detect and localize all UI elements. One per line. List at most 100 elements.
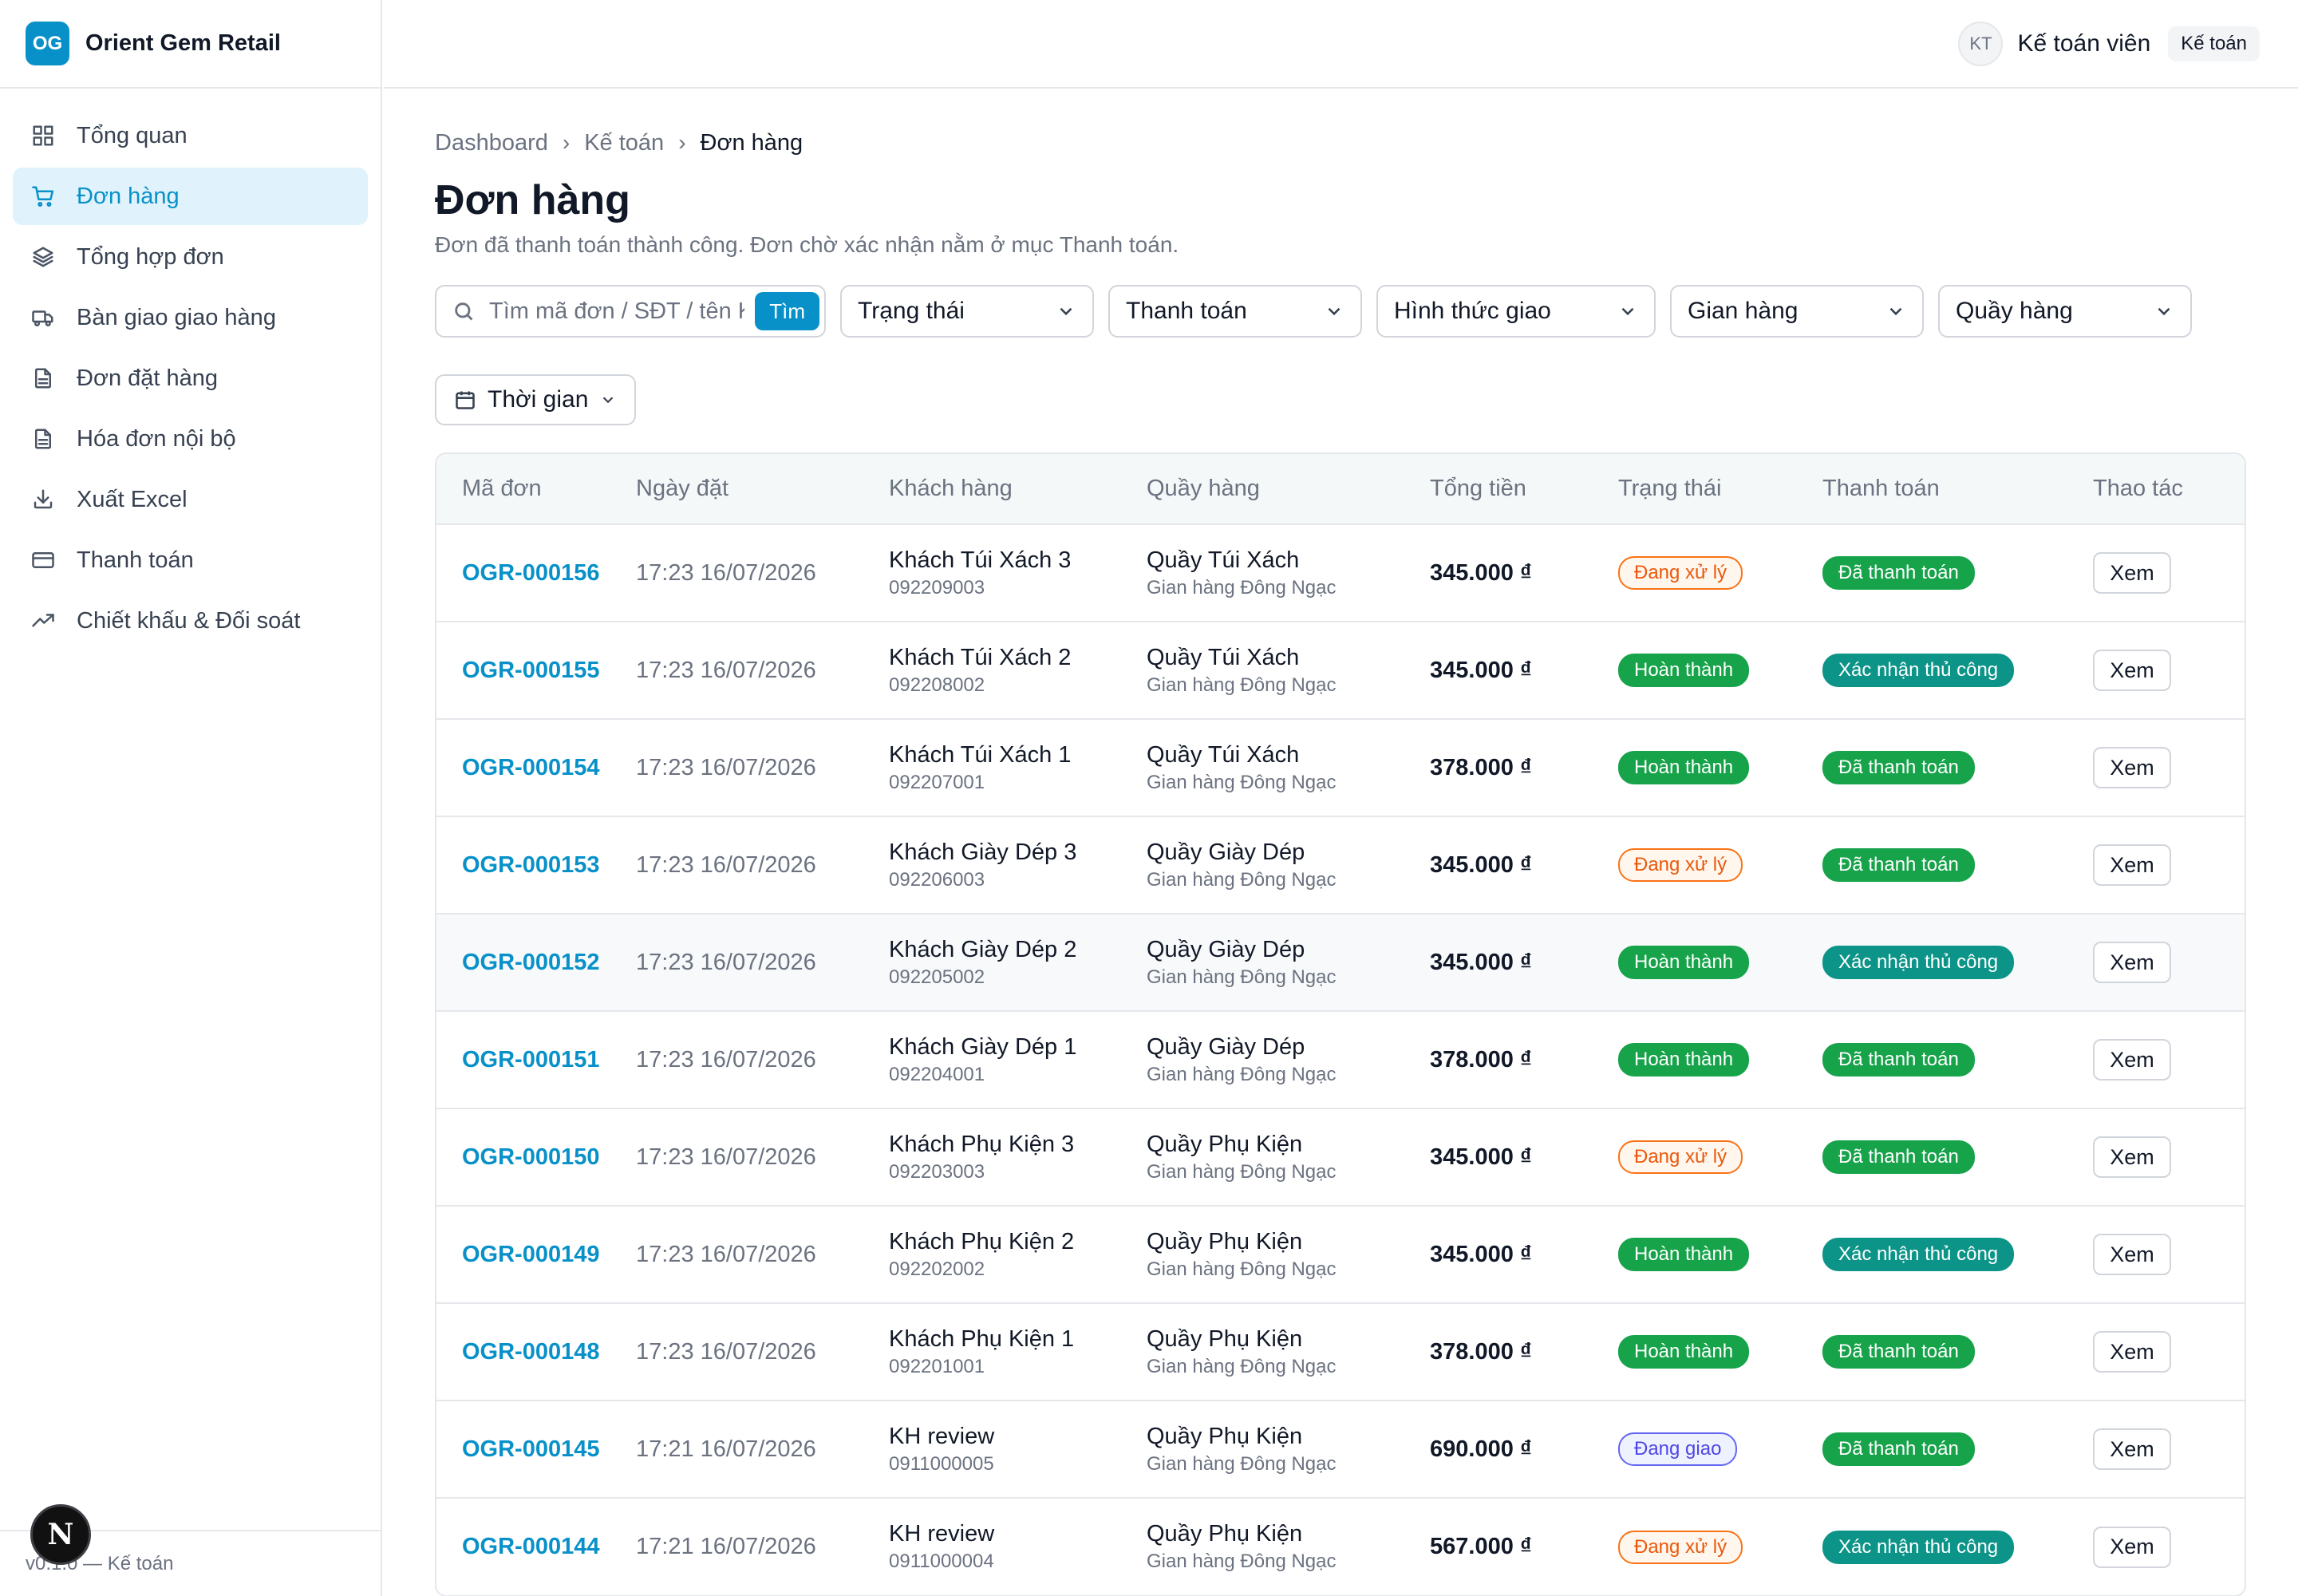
- view-button[interactable]: Xem: [2093, 1526, 2171, 1568]
- table-row[interactable]: OGR-000144 17:21 16/07/2026 KH review 09110…: [436, 1498, 2245, 1595]
- status-badge: Hoàn thành: [1618, 654, 1750, 687]
- customer-phone: 092201001: [889, 1355, 985, 1377]
- customer-name: KH review: [889, 1423, 995, 1449]
- status-filter[interactable]: Trạng thái: [840, 285, 1094, 338]
- order-code-link[interactable]: OGR-000153: [462, 852, 600, 878]
- table-row[interactable]: OGR-000151 17:23 16/07/2026 Khách Giày Dép…: [436, 1011, 2245, 1108]
- order-code-link[interactable]: OGR-000145: [462, 1436, 600, 1462]
- stall-name: Gian hàng Đông Ngạc: [1147, 1452, 1337, 1475]
- view-button[interactable]: Xem: [2093, 844, 2171, 886]
- time-filter-row: Thời gian: [435, 374, 2246, 425]
- search-input[interactable]: [489, 298, 744, 325]
- table-row[interactable]: OGR-000145 17:21 16/07/2026 KH review 09110…: [436, 1400, 2245, 1498]
- order-total: 378.000 ₫: [1430, 754, 1532, 780]
- breadcrumb-dashboard[interactable]: Dashboard: [435, 130, 548, 156]
- order-code-link[interactable]: OGR-000144: [462, 1534, 600, 1559]
- payment-badge: Xác nhận thủ công: [1822, 1238, 2015, 1271]
- stall-name: Gian hàng Đông Ngạc: [1147, 576, 1337, 598]
- status-badge: Đang xử lý: [1618, 1530, 1743, 1564]
- table-row[interactable]: OGR-000153 17:23 16/07/2026 Khách Giày Dép…: [436, 816, 2245, 914]
- sidebar-item-2[interactable]: Tổng hợp đơn: [13, 228, 368, 286]
- payment-badge: Đã thanh toán: [1822, 751, 1975, 784]
- col-header-date[interactable]: Ngày đặt: [636, 454, 889, 524]
- order-total: 345.000 ₫: [1430, 1241, 1532, 1267]
- breadcrumb: Dashboard › Kế toán › Đơn hàng: [435, 127, 2246, 159]
- search-button[interactable]: Tìm: [755, 292, 819, 330]
- brand[interactable]: OG Orient Gem Retail: [0, 0, 381, 89]
- payment-badge: Đã thanh toán: [1822, 1043, 1975, 1077]
- order-date: 17:21 16/07/2026: [636, 1534, 816, 1559]
- counter-filter[interactable]: Quầy hàng: [1938, 285, 2192, 338]
- view-button[interactable]: Xem: [2093, 1136, 2171, 1178]
- order-total: 345.000 ₫: [1430, 1144, 1532, 1170]
- table-row[interactable]: OGR-000149 17:23 16/07/2026 Khách Phụ Kiện…: [436, 1206, 2245, 1303]
- payment-badge: Xác nhận thủ công: [1822, 946, 2015, 979]
- col-header-payment[interactable]: Thanh toán: [1822, 454, 2093, 524]
- col-header-total[interactable]: Tổng tiền: [1430, 454, 1618, 524]
- calendar-icon: [456, 391, 475, 409]
- table-row[interactable]: OGR-000152 17:23 16/07/2026 Khách Giày Dép…: [436, 914, 2245, 1011]
- sidebar-item-7[interactable]: Thanh toán: [13, 531, 368, 589]
- counter-name: Quầy Túi Xách: [1147, 644, 1300, 670]
- chevron-down-icon: [1621, 307, 1634, 316]
- avatar[interactable]: KT: [1958, 21, 2004, 66]
- view-button[interactable]: Xem: [2093, 1428, 2171, 1470]
- col-header-code[interactable]: Mã đơn: [436, 454, 636, 524]
- sidebar-item-5[interactable]: Hóa đơn nội bộ: [13, 410, 368, 468]
- col-header-counter[interactable]: Quầy hàng: [1147, 454, 1430, 524]
- customer-phone: 092203003: [889, 1160, 985, 1183]
- file-icon: [30, 426, 56, 452]
- stall-filter-label: Gian hàng: [1688, 298, 1799, 324]
- customer-name: Khách Phụ Kiện 3: [889, 1131, 1075, 1157]
- sidebar-item-3[interactable]: Bàn giao giao hàng: [13, 289, 368, 346]
- order-code-link[interactable]: OGR-000156: [462, 560, 600, 586]
- order-date: 17:23 16/07/2026: [636, 754, 816, 780]
- view-button[interactable]: Xem: [2093, 942, 2171, 983]
- order-code-link[interactable]: OGR-000149: [462, 1242, 600, 1267]
- customer-phone: 092204001: [889, 1063, 985, 1085]
- search-box: Tìm: [435, 285, 826, 338]
- table-row[interactable]: OGR-000148 17:23 16/07/2026 Khách Phụ Kiện…: [436, 1303, 2245, 1400]
- sidebar-item-label: Tổng hợp đơn: [77, 243, 224, 270]
- view-button[interactable]: Xem: [2093, 1039, 2171, 1080]
- sidebar-item-8[interactable]: Chiết khấu & Đối soát: [13, 592, 368, 650]
- status-badge: Hoàn thành: [1618, 1238, 1750, 1271]
- view-button[interactable]: Xem: [2093, 1234, 2171, 1275]
- sidebar-item-4[interactable]: Đơn đặt hàng: [13, 350, 368, 407]
- stall-filter[interactable]: Gian hàng: [1670, 285, 1924, 338]
- order-code-link[interactable]: OGR-000151: [462, 1047, 600, 1073]
- table-row[interactable]: OGR-000156 17:23 16/07/2026 Khách Túi Xách…: [436, 524, 2245, 622]
- sidebar-item-label: Hóa đơn nội bộ: [77, 425, 236, 452]
- counter-filter-label: Quầy hàng: [1956, 298, 2073, 324]
- file-icon: [30, 365, 56, 391]
- sidebar-item-label: Tổng quan: [77, 122, 188, 148]
- col-header-status[interactable]: Trạng thái: [1618, 454, 1822, 524]
- status-badge: Hoàn thành: [1618, 946, 1750, 979]
- table-row[interactable]: OGR-000155 17:23 16/07/2026 Khách Túi Xách…: [436, 622, 2245, 719]
- chevron-down-icon: [1889, 307, 1902, 316]
- table-row[interactable]: OGR-000154 17:23 16/07/2026 Khách Túi Xách…: [436, 719, 2245, 816]
- payment-filter[interactable]: Thanh toán: [1108, 285, 1362, 338]
- view-button[interactable]: Xem: [2093, 1331, 2171, 1373]
- order-code-link[interactable]: OGR-000154: [462, 755, 600, 780]
- col-header-customer[interactable]: Khách hàng: [889, 454, 1147, 524]
- order-code-link[interactable]: OGR-000152: [462, 950, 600, 975]
- order-code-link[interactable]: OGR-000150: [462, 1144, 600, 1170]
- sidebar-item-6[interactable]: Xuất Excel: [13, 471, 368, 528]
- dev-tools-badge[interactable]: N: [30, 1504, 91, 1565]
- view-button[interactable]: Xem: [2093, 747, 2171, 788]
- view-button[interactable]: Xem: [2093, 650, 2171, 691]
- order-code-link[interactable]: OGR-000155: [462, 658, 600, 683]
- sidebar-item-1[interactable]: Đơn hàng: [13, 168, 368, 225]
- customer-phone: 092202002: [889, 1258, 985, 1280]
- delivery-filter[interactable]: Hình thức giao: [1376, 285, 1656, 338]
- order-code-link[interactable]: OGR-000148: [462, 1339, 600, 1365]
- time-filter-button[interactable]: Thời gian: [435, 374, 637, 425]
- order-total: 690.000 ₫: [1430, 1436, 1532, 1462]
- page-title: Đơn hàng: [435, 177, 630, 223]
- breadcrumb-accounting[interactable]: Kế toán: [584, 130, 664, 156]
- table-row[interactable]: OGR-000150 17:23 16/07/2026 Khách Phụ Kiện…: [436, 1108, 2245, 1206]
- status-badge: Đang xử lý: [1618, 556, 1743, 590]
- sidebar-item-0[interactable]: Tổng quan: [13, 107, 368, 164]
- view-button[interactable]: Xem: [2093, 552, 2171, 594]
